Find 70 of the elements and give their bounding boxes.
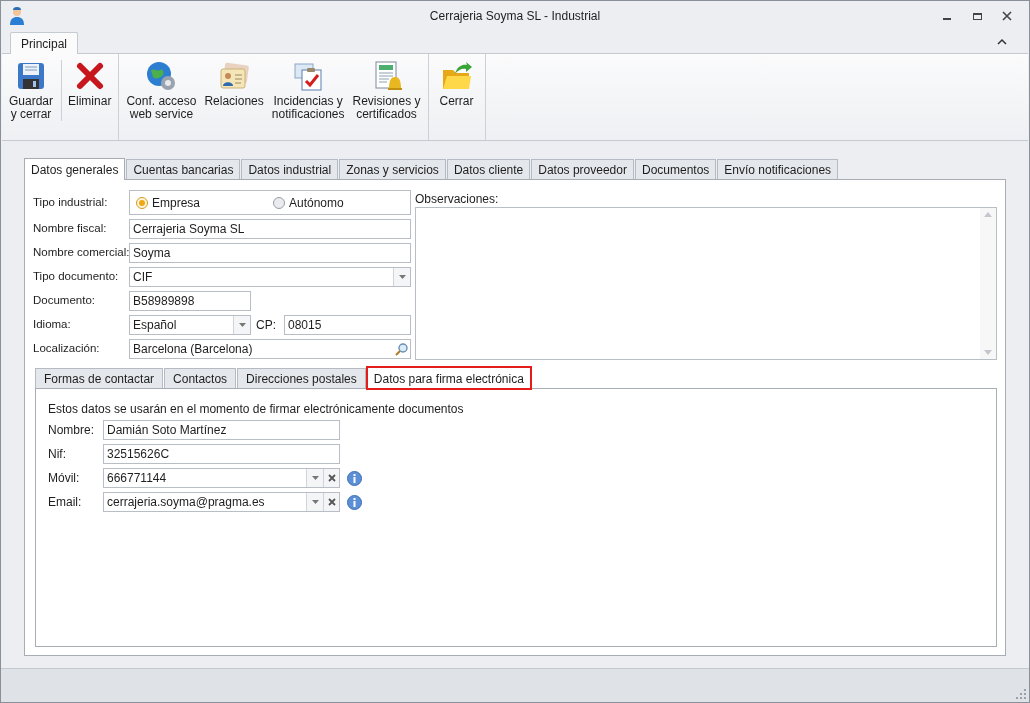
- resize-grip-icon[interactable]: [1016, 689, 1026, 699]
- subtab[interactable]: Contactos: [164, 368, 237, 388]
- dropdown-field[interactable]: CIF: [129, 267, 411, 287]
- tab[interactable]: Zonas y servicios: [339, 159, 446, 179]
- id-cards-icon: [218, 60, 251, 92]
- description-text: Estos datos se usarán en el momento de firmar electrónicamente documentos: [48, 401, 465, 417]
- dropdown-field[interactable]: Español: [129, 315, 251, 335]
- tab[interactable]: Datos industrial: [241, 159, 339, 179]
- text-field[interactable]: Damián Soto Martínez: [103, 420, 340, 440]
- observations-label: Observaciones:: [415, 191, 500, 207]
- text-field[interactable]: Cerrajeria Soyma SL: [129, 219, 411, 239]
- tab[interactable]: Datos cliente: [446, 159, 531, 179]
- radio-option[interactable]: Empresa: [136, 193, 273, 212]
- user-icon: [9, 7, 25, 25]
- field-label: Tipo industrial:: [33, 194, 109, 210]
- search-field[interactable]: Barcelona (Barcelona): [129, 339, 411, 359]
- collapse-ribbon-icon[interactable]: [997, 38, 1007, 46]
- ribbon-button[interactable]: Guardar y cerrar: [5, 60, 63, 121]
- dropdown-arrow-button[interactable]: [393, 268, 410, 286]
- field-label: Tipo documento:: [33, 269, 120, 285]
- tab[interactable]: Documentos: [634, 159, 717, 179]
- tab[interactable]: Datos generales: [24, 158, 126, 180]
- folder-arrow-icon: [440, 60, 473, 92]
- field-label: Idioma:: [33, 317, 72, 333]
- ribbon-button[interactable]: Revisiones y certificados: [348, 60, 425, 121]
- field-label: Nombre comercial:: [33, 245, 129, 261]
- dropdown-arrow-button[interactable]: [306, 469, 323, 487]
- text-field[interactable]: 32515626C: [103, 444, 340, 464]
- ribbon-button[interactable]: Conf. acceso web service: [122, 60, 201, 121]
- clear-button[interactable]: [323, 493, 339, 511]
- window-title: Cerrajeria Soyma SL - Industrial: [429, 8, 601, 25]
- field-label: Nif:: [48, 446, 67, 463]
- ribbon-button[interactable]: Incidencias y notificaciones: [267, 60, 349, 121]
- ribbon-button[interactable]: Cerrar: [431, 60, 482, 108]
- caret-icon: [238, 323, 246, 327]
- ribbon-tab[interactable]: Principal: [10, 32, 79, 54]
- text-field[interactable]: B58989898: [129, 291, 251, 311]
- caret-icon: [398, 275, 406, 279]
- globe-gear-icon: [145, 60, 178, 92]
- close-icon: [327, 474, 336, 482]
- info-icon[interactable]: [347, 494, 362, 510]
- subtab[interactable]: Direcciones postales: [237, 368, 366, 388]
- field-label: Documento:: [33, 293, 96, 309]
- dropdown-arrow-button[interactable]: [233, 316, 250, 334]
- field-label: Nombre:: [48, 422, 95, 439]
- tab[interactable]: Datos proveedor: [531, 159, 634, 179]
- subtab[interactable]: Formas de contactar: [35, 368, 164, 388]
- ribbon-button[interactable]: Eliminar: [64, 60, 116, 108]
- field-label: Localización:: [33, 341, 101, 357]
- text-field[interactable]: 08015: [284, 315, 411, 335]
- dropdown-field[interactable]: cerrajeria.soyma@pragma.es: [103, 492, 340, 512]
- caret-icon: [311, 500, 319, 504]
- field-label: Email:: [48, 494, 83, 511]
- observations-field[interactable]: [415, 207, 997, 360]
- tab[interactable]: Envío notificaciones: [717, 159, 839, 179]
- text-field[interactable]: Soyma: [129, 243, 411, 263]
- info-icon[interactable]: [347, 470, 362, 486]
- dropdown-arrow-button[interactable]: [306, 493, 323, 511]
- clipboard-check-icon: [292, 60, 325, 92]
- radio-option[interactable]: Autónomo: [273, 193, 410, 212]
- field-label: CP:: [255, 317, 277, 334]
- tab[interactable]: Cuentas bancarias: [126, 159, 241, 179]
- ribbon-button[interactable]: Relaciones: [200, 60, 268, 108]
- field-label: Nombre fiscal:: [33, 221, 108, 237]
- subtab[interactable]: Datos para firma electrónica: [366, 367, 531, 389]
- caret-icon: [311, 476, 319, 480]
- field-label: Móvil:: [48, 470, 81, 487]
- clear-button[interactable]: [323, 469, 339, 487]
- dropdown-field[interactable]: 666771144: [103, 468, 340, 488]
- close-icon: [327, 498, 336, 506]
